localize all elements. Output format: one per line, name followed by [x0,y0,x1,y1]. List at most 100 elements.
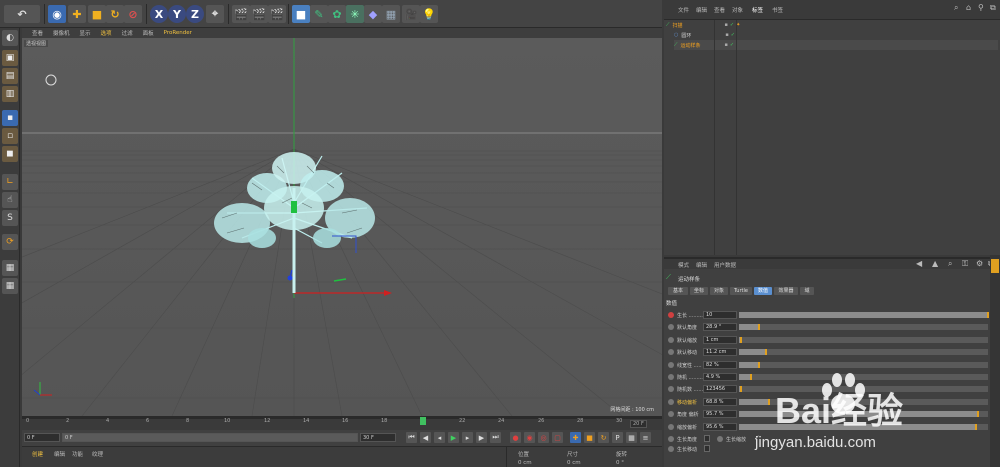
om-menu-object[interactable]: 对象 [732,6,743,14]
attribute-value-field[interactable]: 123456 [703,385,737,394]
tab-turtle[interactable]: Turtle [730,287,752,295]
scale-icon[interactable]: ■ [88,5,106,23]
tab-coord[interactable]: 坐标 [690,287,708,295]
generator-icon[interactable]: ✿ [328,5,346,23]
om-menu-file[interactable]: 文件 [678,6,689,14]
keyframe-selection-icon[interactable]: ◎ [538,432,549,443]
prev-key-icon[interactable]: ◀ [420,432,431,443]
visibility-icon[interactable]: ▪ [725,22,728,28]
up-arrow-icon[interactable]: ▲ [932,259,938,268]
om-menu-bookmark[interactable]: 书签 [772,6,783,14]
attribute-slider[interactable] [739,361,988,368]
coordinate-system-icon[interactable]: ⌖ [206,5,224,23]
rotate-icon[interactable]: ↻ [106,5,124,23]
key-scale-icon[interactable]: ■ [584,432,595,443]
anim-dot-icon[interactable] [668,446,674,452]
pen-spline-icon[interactable]: ✎ [310,5,328,23]
om-menu-tag[interactable]: 标签 [752,6,763,14]
viewport-menu-display[interactable]: 显示 [80,29,91,37]
goto-end-icon[interactable]: ⏭ [490,432,501,443]
start-frame-field[interactable]: 0 F [24,433,60,442]
attribute-value-field[interactable]: 82 % [703,360,737,369]
attribute-slider[interactable] [739,324,988,331]
make-editable-icon[interactable]: ◐ [2,30,18,46]
workplane-mode-icon[interactable]: ▥ [2,86,18,102]
anim-dot-icon[interactable] [668,436,674,442]
coord-position-value[interactable]: 0 cm [518,460,532,466]
prev-frame-icon[interactable]: ◂ [434,432,445,443]
attribute-value-field[interactable]: 95.6 % [703,422,737,431]
menu-texture[interactable]: 纹理 [92,450,103,458]
render-picture-viewer-icon[interactable]: 🎬 [250,5,268,23]
model-mode-icon[interactable]: ▣ [2,50,18,66]
growth-scale-checkbox[interactable]: ✓ [754,434,760,442]
anim-dot-icon[interactable] [668,312,674,318]
attribute-value-field[interactable]: 10 [703,311,737,319]
attribute-slider[interactable] [739,398,988,405]
floor-icon[interactable]: ▦ [382,5,400,23]
attribute-value-field[interactable]: 4.9 % [703,373,737,381]
auto-key-icon[interactable]: ◉ [524,432,535,443]
tab-fields[interactable]: 域 [800,287,814,295]
growth-move-checkbox[interactable] [704,445,710,452]
viewport-menu-camera[interactable]: 摄像机 [53,29,70,37]
attribute-value-field[interactable]: 28.9 ° [703,323,737,332]
y-axis-toggle[interactable]: Y [168,5,186,23]
snap-icon[interactable]: S [2,210,18,226]
cube-icon[interactable]: ■ [292,5,310,23]
transform-icon[interactable]: ⊘ [124,5,142,23]
attribute-slider[interactable] [739,386,988,393]
z-axis-toggle[interactable]: Z [186,5,204,23]
goto-start-icon[interactable]: ⏮ [406,432,417,443]
am-menu-userdata[interactable]: 用户数据 [714,261,736,269]
tab-object[interactable]: 对象 [710,287,728,295]
object-row-circle[interactable]: ○ 圆环 ▪ ✓ [674,30,735,40]
enabled-check-icon[interactable]: ✓ [730,42,734,48]
edges-mode-icon[interactable]: ▫ [2,128,18,144]
anim-dot-icon[interactable] [717,436,723,442]
enabled-check-icon[interactable]: ✓ [731,32,735,38]
select-icon[interactable]: ◉ [48,5,66,23]
anim-dot-icon[interactable] [668,411,674,418]
lock-workplane-icon[interactable]: ▦ [2,260,18,276]
perspective-viewport[interactable]: 透视视图 网格间距 : 100 cm [22,38,662,416]
deformer-icon[interactable]: ◆ [364,5,382,23]
attribute-slider[interactable] [739,336,988,343]
tab-basic[interactable]: 基本 [668,287,688,295]
current-frame-field[interactable]: 20 F [630,420,647,428]
x-axis-toggle[interactable]: X [150,5,168,23]
key-position-icon[interactable]: ✚ [570,432,581,443]
menu-create[interactable]: 创建 [32,450,43,458]
render-view-icon[interactable]: 🎬 [232,5,250,23]
enabled-check-icon[interactable]: ✓ [730,22,734,28]
attribute-value-field[interactable]: 1 cm [703,335,737,344]
om-menu-view[interactable]: 查看 [714,6,725,14]
anim-dot-icon[interactable] [668,386,674,393]
anim-dot-icon[interactable] [668,398,674,405]
viewport-menu-panel[interactable]: 面板 [143,29,154,37]
next-frame-icon[interactable]: ▸ [462,432,473,443]
anim-dot-icon[interactable] [668,324,674,331]
key-pla-icon[interactable]: ▦ [626,432,637,443]
attribute-value-field[interactable]: 11.2 cm [703,348,737,357]
attribute-value-field[interactable]: 68.8 % [703,397,737,406]
am-lock-icon[interactable]: ⚿ [962,259,968,269]
attribute-slider[interactable] [739,349,988,356]
am-search-icon[interactable]: ⌕ [948,259,952,269]
attribute-value-field[interactable]: 95.7 % [703,410,737,419]
points-mode-icon[interactable]: ▪ [2,110,18,126]
object-tab-marker[interactable] [991,259,999,273]
key-settings-icon[interactable]: ▢ [552,432,563,443]
move-icon[interactable]: ✚ [68,5,86,23]
om-home-icon[interactable]: ⌂ [966,3,971,12]
anim-dot-icon[interactable] [668,423,674,430]
om-menu-edit[interactable]: 编辑 [696,6,707,14]
am-options-icon[interactable]: ⚙ [976,259,983,268]
timeline-menu-icon[interactable]: ≡ [640,432,651,443]
menu-function[interactable]: 功能 [72,450,83,458]
end-frame-field[interactable]: 30 F [360,433,396,442]
visibility-icon[interactable]: ▪ [725,32,728,38]
axis-mode-icon[interactable]: ∟ [2,174,18,190]
polygons-mode-icon[interactable]: ◼ [2,146,18,162]
undo-icon[interactable]: ↶ [4,5,40,23]
